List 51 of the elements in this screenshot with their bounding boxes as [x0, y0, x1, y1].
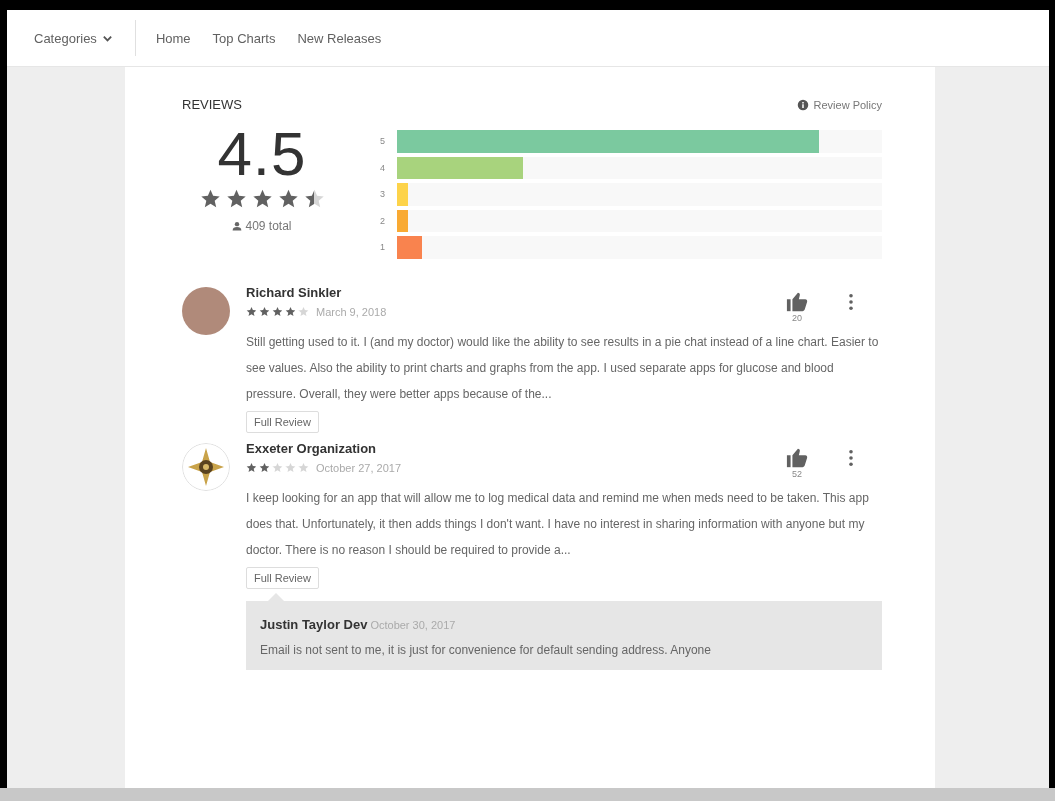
star-icon [251, 188, 273, 209]
info-icon [796, 98, 809, 111]
total-count: 409 total [245, 219, 292, 233]
star-icon [272, 306, 283, 317]
full-review-button[interactable]: Full Review [246, 566, 319, 589]
star-icon [285, 306, 296, 317]
star-icon [246, 462, 257, 473]
avatar-photo-placeholder [182, 286, 230, 335]
star-icon [298, 462, 309, 473]
helpful-button[interactable]: 20 [786, 290, 808, 323]
star-icon [277, 188, 299, 209]
reply-date: October 30, 2017 [370, 618, 456, 631]
nav-link[interactable]: Top Charts [212, 30, 276, 46]
thumbs-up-icon [786, 290, 808, 313]
star-icon [303, 188, 325, 209]
rating-label: 2 [380, 215, 386, 226]
star-emblem-icon [182, 442, 230, 491]
reply-author: Justin Taylor Dev [260, 616, 368, 632]
like-count: 20 [792, 312, 802, 323]
more-options-icon [848, 292, 854, 311]
rating-label: 1 [380, 242, 386, 253]
review-text: Still getting used to it. I (and my doctor) would like the ability to see results in a pie chat instead of a line chart. Easier to see values. Also the ability to print charts and graphs from the app. I used separate apps for glucose and blood pressure. Overall, they were better apps because of the... [246, 333, 880, 403]
star-icon [285, 462, 296, 473]
rating-label: 4 [380, 162, 386, 173]
reviewer-name: Richard Sinkler [246, 284, 343, 300]
rating-label: 5 [380, 136, 386, 147]
star-icon [298, 306, 309, 317]
review-text: I keep looking for an app that will allow me to log medical data and remind me when meds need to be taken. This app does that. Unfortunately, it then adds things I don't want. I have no interest in sharing information with anyone but my doctor. There is no reason I should be required to provide a... [246, 489, 870, 559]
person-icon [232, 221, 243, 231]
average-rating: 4.5 [217, 122, 307, 186]
nav-link[interactable]: Home [155, 30, 191, 46]
star-icon [199, 188, 221, 209]
full-review-button[interactable]: Full Review [246, 410, 319, 433]
reviewer-name: Exxeter Organization [246, 440, 378, 456]
nav-link[interactable]: New Releases [297, 30, 382, 46]
star-icon [246, 306, 257, 317]
section-heading: REVIEWS [182, 97, 242, 112]
review-policy-link[interactable]: Review Policy [796, 98, 882, 111]
star-icon [225, 188, 247, 209]
like-count: 52 [792, 468, 802, 479]
review-date: October 27, 2017 [316, 461, 401, 474]
star-icon [272, 462, 283, 473]
more-options-icon [848, 448, 854, 467]
categories-dropdown[interactable]: Categories [34, 30, 113, 46]
rating-label: 3 [380, 189, 386, 200]
star-icon [259, 462, 270, 473]
review-date: March 9, 2018 [316, 305, 387, 318]
helpful-button[interactable]: 52 [786, 446, 808, 479]
thumbs-up-icon [786, 446, 808, 469]
reply-text: Email is not sent to me, it is just for convenience for default sending address. Anyone [260, 641, 712, 659]
star-icon [259, 306, 270, 317]
